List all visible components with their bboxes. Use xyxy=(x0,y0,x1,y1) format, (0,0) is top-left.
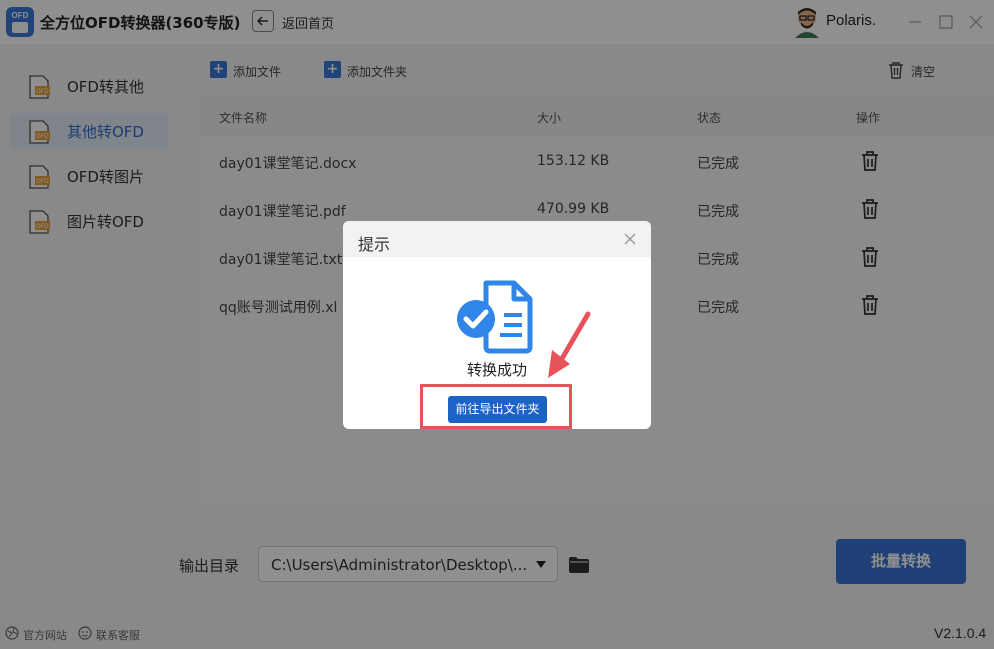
highlight-annotation xyxy=(420,384,572,429)
document-check-icon xyxy=(457,280,533,354)
dialog-title: 提示 xyxy=(358,235,391,254)
arrow-annotation-icon xyxy=(548,311,591,378)
dialog-header: 提示 xyxy=(343,221,651,257)
close-icon[interactable] xyxy=(621,230,639,248)
success-message: 转换成功 xyxy=(466,361,527,379)
